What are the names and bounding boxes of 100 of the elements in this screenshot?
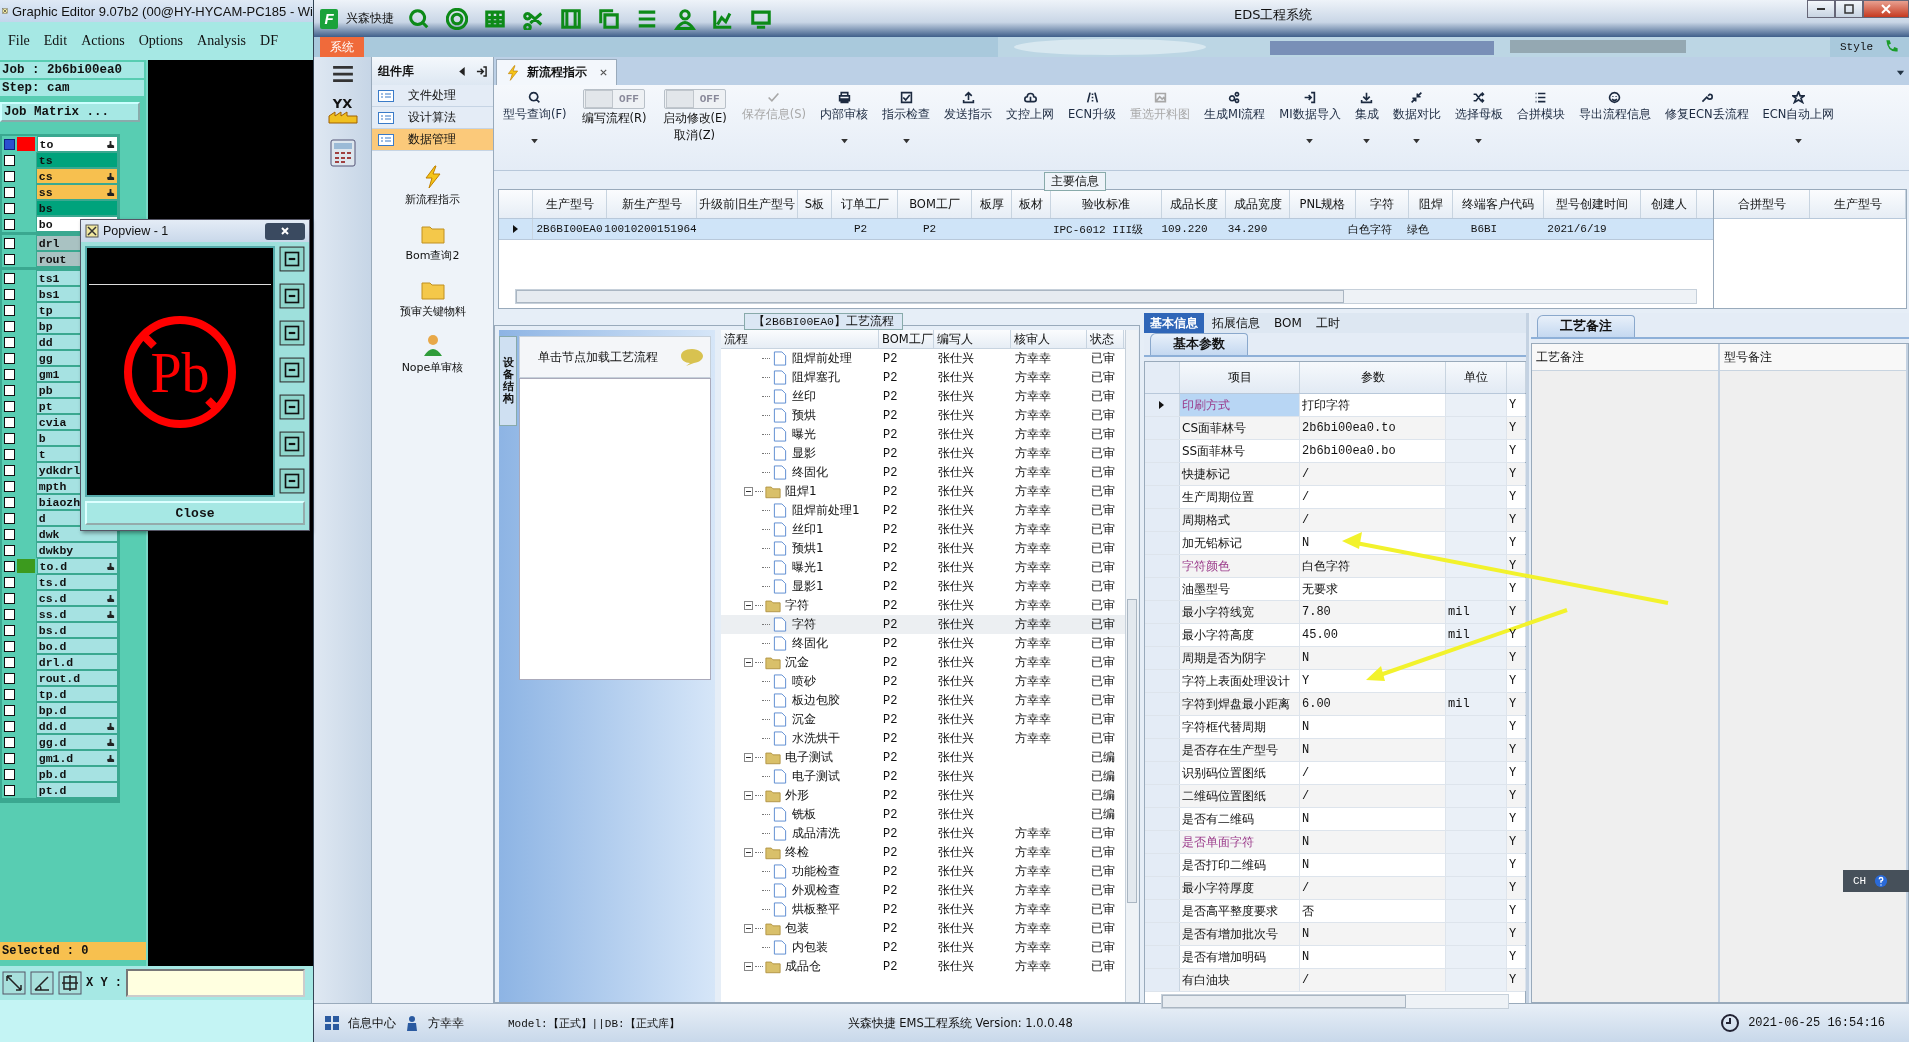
layer-item[interactable]: dd.d	[35, 718, 118, 734]
layer-checkbox[interactable]	[4, 688, 15, 700]
layer-checkbox[interactable]	[4, 237, 15, 249]
tab[interactable]: BOM	[1268, 313, 1308, 333]
caret-icon[interactable]	[1896, 68, 1905, 77]
menu-item[interactable]: Analysis	[197, 33, 247, 49]
layer-item[interactable]: cs	[35, 168, 118, 184]
column-header[interactable]: 工艺备注	[1532, 344, 1718, 371]
tree-row[interactable]: 外观检查 P2 张仕兴 方幸幸 已审	[721, 881, 1125, 900]
layer-item[interactable]: rout.d	[35, 670, 118, 686]
collapse-icon[interactable]	[744, 658, 753, 667]
toolbar-button[interactable]: 文控上网	[999, 85, 1062, 122]
tree-row[interactable]: 曝光 P2 张仕兴 方幸幸 已审	[721, 425, 1125, 444]
job-matrix-button[interactable]: Job Matrix ...	[0, 102, 140, 122]
tree-row[interactable]: 预烘1 P2 张仕兴 方幸幸 已审	[721, 539, 1125, 558]
angle-icon[interactable]	[30, 971, 54, 995]
collapse-icon[interactable]	[744, 924, 753, 933]
tree-row[interactable]: 字符 P2 张仕兴 方幸幸 已审	[721, 596, 1125, 615]
table-row[interactable]: 是否单面字符 N Y	[1145, 831, 1525, 854]
close-button[interactable]	[1863, 0, 1909, 18]
column-header[interactable]: 单位	[1446, 362, 1507, 393]
panel-item[interactable]: 设计算法	[372, 107, 493, 129]
toolbar-button[interactable]: 修复ECN丢流程	[1657, 85, 1756, 122]
search-icon[interactable]	[408, 7, 430, 30]
layer-item[interactable]: gg.d	[35, 734, 118, 750]
column-header[interactable]: 字符	[1356, 190, 1409, 218]
tree-row[interactable]: 包装 P2 张仕兴 方幸幸 已审	[721, 919, 1125, 938]
view-tool-icon[interactable]	[279, 394, 305, 420]
grid-icon[interactable]	[58, 971, 82, 995]
column-header[interactable]: S板	[798, 190, 832, 218]
pin-icon[interactable]	[476, 65, 487, 77]
column-header[interactable]: 状态	[1087, 330, 1124, 348]
film-icon[interactable]	[560, 7, 582, 30]
tree-row[interactable]: 板边包胶 P2 张仕兴 方幸幸 已审	[721, 691, 1125, 710]
tree-row[interactable]: 沉金 P2 张仕兴 方幸幸 已审	[721, 710, 1125, 729]
menu-item[interactable]: DF	[260, 33, 278, 49]
layer-checkbox[interactable]	[4, 576, 15, 588]
table-row[interactable]: 最小字符厚度 / Y	[1145, 877, 1525, 900]
tree-row[interactable]: 水洗烘干 P2 张仕兴 方幸幸 已审	[721, 729, 1125, 748]
collapse-icon[interactable]	[744, 753, 753, 762]
layer-checkbox[interactable]	[4, 288, 15, 300]
tree-row[interactable]: 铣板 P2 张仕兴 已编	[721, 805, 1125, 824]
toolbar-button[interactable]: 选择母板	[1447, 85, 1510, 144]
layer-checkbox[interactable]	[4, 720, 15, 732]
toolbar-button[interactable]: 生成MI流程	[1197, 85, 1273, 122]
layer-checkbox[interactable]	[4, 336, 15, 348]
table-row[interactable]: 周期格式 / Y	[1145, 509, 1525, 532]
close-icon[interactable]	[599, 68, 608, 77]
vertical-tab[interactable]: 设备结构	[499, 336, 517, 426]
collapse-icon[interactable]	[744, 601, 753, 610]
layer-item[interactable]: cs.d	[35, 590, 118, 606]
tree-row[interactable]: 烘板整平 P2 张仕兴 方幸幸 已审	[721, 900, 1125, 919]
column-header[interactable]: 成品宽度	[1226, 190, 1290, 218]
layer-checkbox[interactable]	[4, 320, 15, 332]
layer-item[interactable]: ss	[35, 184, 118, 200]
column-header[interactable]: 编写人	[934, 330, 1011, 348]
tool-item[interactable]: 预审关键物料	[372, 277, 493, 319]
table-row[interactable]: 字符到焊盘最小距离 6.00 mil Y	[1145, 693, 1525, 716]
tree-row[interactable]: 丝印1 P2 张仕兴 方幸幸 已审	[721, 520, 1125, 539]
layer-checkbox[interactable]	[4, 752, 15, 764]
tree-row[interactable]: 喷砂 P2 张仕兴 方幸幸 已审	[721, 672, 1125, 691]
tab[interactable]: 拓展信息	[1206, 313, 1266, 333]
tree-row[interactable]: 终固化 P2 张仕兴 方幸幸 已审	[721, 634, 1125, 653]
layer-checkbox[interactable]	[4, 672, 15, 684]
tool-item[interactable]: Bom查询2	[372, 221, 493, 263]
horizontal-scrollbar[interactable]	[1161, 994, 1509, 1009]
table-row[interactable]: 周期是否为阴字 N Y	[1145, 647, 1525, 670]
layer-checkbox[interactable]	[4, 528, 15, 540]
layer-checkbox[interactable]	[4, 416, 15, 428]
layer-checkbox[interactable]	[4, 704, 15, 716]
tab[interactable]: 工时	[1309, 313, 1346, 333]
layer-checkbox[interactable]	[4, 304, 15, 316]
layer-checkbox[interactable]	[4, 784, 15, 796]
table-row[interactable]: 印刷方式 打印字符 Y	[1145, 394, 1525, 417]
tool-item[interactable]: 新流程指示	[372, 165, 493, 207]
layer-item[interactable]: pb.d	[35, 766, 118, 782]
layer-checkbox[interactable]	[4, 384, 15, 396]
layer-checkbox[interactable]	[4, 464, 15, 476]
toolbar-button[interactable]: 导出流程信息	[1571, 85, 1658, 122]
layer-item[interactable]: ts.d	[35, 574, 118, 590]
minimize-button[interactable]	[1807, 0, 1835, 18]
layer-item[interactable]: to	[36, 136, 118, 152]
toolbar-button[interactable]: ECN自动上网	[1755, 85, 1842, 144]
document-tab[interactable]: 新流程指示	[496, 59, 617, 85]
layer-checkbox[interactable]	[4, 736, 15, 748]
column-header[interactable]: BOM工厂	[898, 190, 972, 218]
layer-item[interactable]: ts	[35, 152, 118, 168]
column-header[interactable]: PNL规格	[1290, 190, 1356, 218]
table-row[interactable]: 是否有增加批次号 N Y	[1145, 923, 1525, 946]
layer-checkbox[interactable]	[4, 170, 15, 182]
layer-checkbox[interactable]	[4, 448, 15, 460]
layer-checkbox[interactable]	[4, 186, 15, 198]
table-row[interactable]: 2B6BI00EA0 10010200151964 P2 P2 IPC-6012 III级 109.220 34.290 白色字符 绿色 B6BI 2021/6/19	[499, 219, 1713, 240]
column-header[interactable]: 阻焊	[1409, 190, 1453, 218]
user-icon[interactable]	[674, 7, 696, 30]
column-header[interactable]: BOM工厂	[879, 330, 934, 348]
layer-item[interactable]: ss.d	[35, 606, 118, 622]
tree-row[interactable]: 阻焊1 P2 张仕兴 方幸幸 已审	[721, 482, 1125, 501]
layer-checkbox[interactable]	[4, 272, 15, 284]
table-row[interactable]: 快捷标记 / Y	[1145, 463, 1525, 486]
